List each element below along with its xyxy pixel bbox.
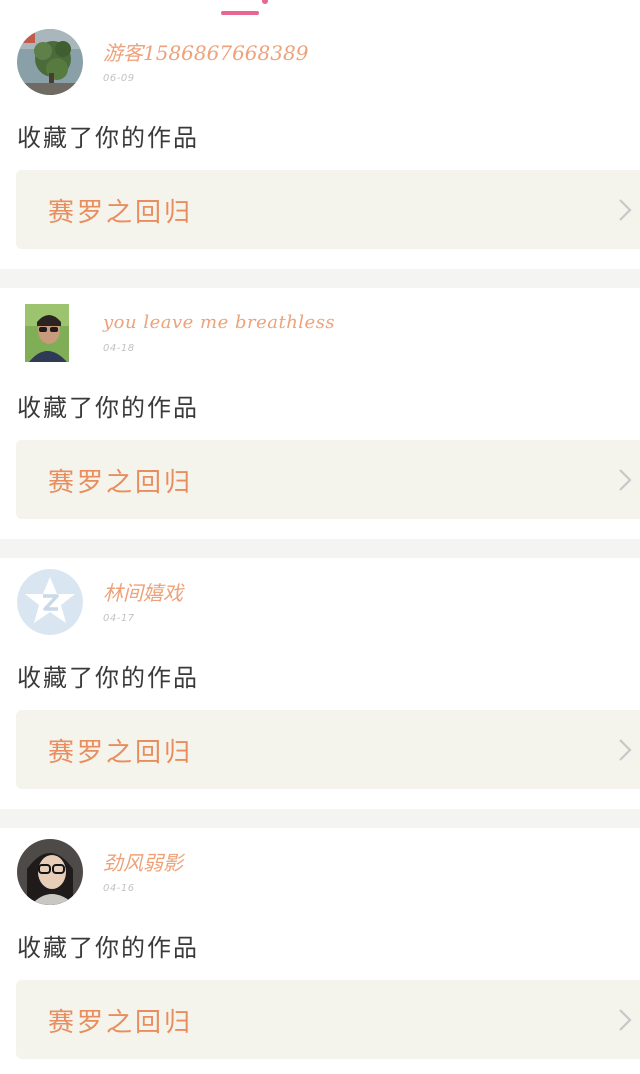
notification-feed: 游客15868676683​89 06-09 收藏了你的作品 赛罗之回归 (0, 18, 640, 1074)
timestamp: 04-17 (103, 613, 135, 624)
divider (0, 809, 640, 828)
notification-card: you leave me breathless 04-18 收藏了你的作品 赛罗… (0, 288, 640, 539)
timestamp: 04-16 (103, 883, 135, 894)
action-text: 收藏了你的作品 (17, 664, 199, 692)
work-title: 赛罗之回归 (48, 468, 194, 498)
chevron-right-icon (619, 199, 632, 221)
work-title: 赛罗之回归 (48, 1008, 194, 1038)
divider (0, 539, 640, 558)
action-text: 收藏了你的作品 (17, 124, 199, 152)
notification-card: 游客15868676683​89 06-09 收藏了你的作品 赛罗之回归 (0, 18, 640, 269)
favorites-notification-page: 游客15868676683​89 06-09 收藏了你的作品 赛罗之回归 (0, 0, 640, 1074)
person-glasses-avatar[interactable] (17, 839, 83, 905)
divider (0, 269, 640, 288)
plant-photo-avatar[interactable] (17, 29, 83, 95)
chevron-right-icon (619, 1009, 632, 1031)
notification-card: 林间嬉戏 04-17 收藏了你的作品 赛罗之回归 (0, 558, 640, 809)
work-title: 赛罗之回归 (48, 198, 194, 228)
tab-indicator-mark (262, 0, 268, 4)
active-tab-indicator (221, 11, 259, 15)
work-link[interactable]: 赛罗之回归 (16, 710, 640, 789)
username[interactable]: 劲风弱影 (103, 847, 183, 876)
action-text: 收藏了你的作品 (17, 934, 199, 962)
username[interactable]: 林间嬉戏 (103, 577, 183, 606)
work-link[interactable]: 赛罗之回归 (16, 440, 640, 519)
default-qzone-avatar[interactable] (17, 569, 83, 635)
person-sunglasses-avatar[interactable] (25, 304, 69, 362)
chevron-right-icon (619, 469, 632, 491)
work-title: 赛罗之回归 (48, 738, 194, 768)
work-link[interactable]: 赛罗之回归 (16, 980, 640, 1059)
work-link[interactable]: 赛罗之回归 (16, 170, 640, 249)
username[interactable]: you leave me breathless (103, 312, 335, 333)
chevron-right-icon (619, 739, 632, 761)
username[interactable]: 游客15868676683​89 (103, 37, 308, 66)
timestamp: 06-09 (103, 73, 135, 84)
notification-card: 劲风弱影 04-16 收藏了你的作品 赛罗之回归 (0, 828, 640, 1074)
action-text: 收藏了你的作品 (17, 394, 199, 422)
timestamp: 04-18 (103, 343, 135, 354)
